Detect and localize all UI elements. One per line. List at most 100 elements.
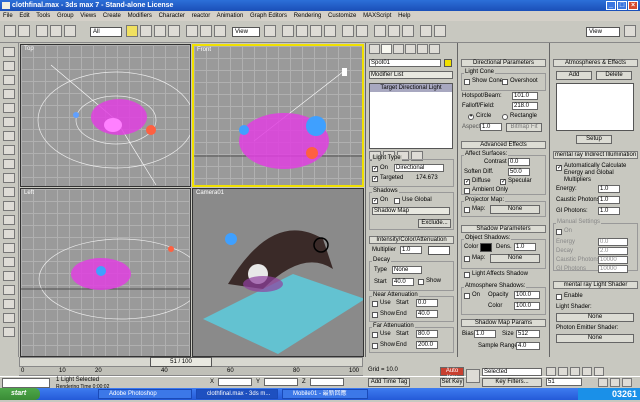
far-use-checkbox[interactable] <box>372 332 378 338</box>
falloff-spinner[interactable]: 218.0 <box>512 102 538 110</box>
add-time-tag-button[interactable]: Add Time Tag <box>368 378 410 387</box>
tool-icon-20[interactable] <box>3 313 15 323</box>
stack-item[interactable]: Target Directional Light <box>370 84 452 92</box>
viewport-left[interactable]: Left <box>20 188 191 357</box>
named-selection-dropdown[interactable]: View <box>586 27 620 37</box>
menu-create[interactable]: Create <box>103 13 121 19</box>
task-3dsmax[interactable]: clothfinal.max - 3ds m... <box>196 389 278 399</box>
tool-icon-1[interactable] <box>3 47 15 57</box>
photon-emitter-button[interactable]: None <box>556 334 634 343</box>
tool-icon-19[interactable] <box>3 299 15 309</box>
menu-file[interactable]: File <box>3 13 13 19</box>
percent-snap-icon[interactable] <box>310 25 322 37</box>
zoom-icon[interactable] <box>598 378 608 387</box>
shadow-map-button[interactable]: None <box>490 254 540 263</box>
shadow-type-dropdown[interactable]: Shadow Map <box>372 207 450 215</box>
task-photoshop[interactable]: Adobe Photoshop <box>98 389 192 399</box>
tool-icon-16[interactable] <box>3 257 15 267</box>
menu-character[interactable]: Character <box>159 13 185 19</box>
tool-icon-17[interactable] <box>3 271 15 281</box>
time-slider[interactable]: 51 / 100 <box>150 357 212 367</box>
z-coord-field[interactable] <box>310 378 344 386</box>
shadows-on-checkbox[interactable]: ✓ <box>372 198 378 204</box>
tool-icon-13[interactable] <box>3 215 15 225</box>
specular-checkbox[interactable]: ✓ <box>500 179 506 185</box>
tool-icon-5[interactable] <box>3 103 15 113</box>
scale-icon[interactable] <box>214 25 226 37</box>
bind-space-warp-icon[interactable] <box>64 25 76 37</box>
tool-icon-2[interactable] <box>3 61 15 71</box>
rect-selection-icon[interactable] <box>154 25 166 37</box>
maxscript-listener[interactable] <box>2 378 50 388</box>
tool-icon-12[interactable] <box>3 201 15 211</box>
sample-range-spinner[interactable]: 4.0 <box>516 342 540 350</box>
set-key-button[interactable]: Set Key <box>440 378 464 387</box>
menu-modifiers[interactable]: Modifiers <box>128 13 152 19</box>
projector-map-checkbox[interactable] <box>464 207 470 213</box>
enable-shader-checkbox[interactable] <box>556 294 562 300</box>
overshoot-checkbox[interactable] <box>502 79 508 85</box>
rotate-icon[interactable] <box>200 25 212 37</box>
tool-icon-8[interactable] <box>3 145 15 155</box>
menu-customize[interactable]: Customize <box>328 13 356 19</box>
bitmap-fit-button[interactable]: Bitmap Fit <box>506 123 542 132</box>
auto-calc-checkbox[interactable]: ✓ <box>556 165 562 171</box>
tool-icon-7[interactable] <box>3 131 15 141</box>
energy2-spinner[interactable]: 0.0 <box>598 238 628 246</box>
tool-icon-15[interactable] <box>3 243 15 253</box>
use-global-checkbox[interactable] <box>394 198 400 204</box>
intensity-rollout-header[interactable]: Intensity/Color/Attenuation <box>369 236 454 244</box>
select-by-name-icon[interactable] <box>140 25 152 37</box>
auto-key-button[interactable]: Auto Key <box>440 367 464 381</box>
modifier-stack[interactable]: Target Directional Light <box>369 83 453 149</box>
orbit-icon[interactable] <box>622 378 632 387</box>
snap-icon[interactable] <box>282 25 294 37</box>
utilities-tab-icon[interactable] <box>429 44 440 54</box>
object-name-field[interactable]: Spot01 <box>369 59 441 67</box>
viewport-front[interactable]: Front <box>192 44 364 187</box>
select-object-icon[interactable] <box>126 25 138 37</box>
menu-help[interactable]: Help <box>398 13 410 19</box>
hierarchy-tab-icon[interactable] <box>393 44 404 54</box>
tool-icon-11[interactable] <box>3 187 15 197</box>
soften-diff-spinner[interactable]: 50.0 <box>508 168 530 176</box>
shadow-map-checkbox[interactable] <box>464 256 470 262</box>
light-color-swatch[interactable] <box>428 246 450 255</box>
current-frame-field[interactable]: 51 <box>546 378 582 386</box>
dens-spinner[interactable]: 1.0 <box>514 243 536 251</box>
manual-on-checkbox[interactable] <box>556 229 562 235</box>
far-end-spinner[interactable]: 200.0 <box>416 341 438 349</box>
near-show-checkbox[interactable] <box>372 312 378 318</box>
curve-editor-icon[interactable] <box>374 25 386 37</box>
advanced-effects-header[interactable]: Advanced Effects <box>461 141 546 149</box>
create-tab-icon[interactable] <box>369 44 380 54</box>
menu-graph-editors[interactable]: Graph Editors <box>250 13 287 19</box>
move-icon[interactable] <box>186 25 198 37</box>
shadow-color-swatch[interactable] <box>480 243 492 252</box>
tool-icon-6[interactable] <box>3 117 15 127</box>
caustic-spinner[interactable]: 1.0 <box>598 196 620 204</box>
atmos-list[interactable] <box>556 83 634 131</box>
prev-frame-icon[interactable] <box>558 367 568 376</box>
decay-start-spinner[interactable]: 40.0 <box>392 278 414 286</box>
exclude-button[interactable]: Exclude... <box>418 219 451 228</box>
setup-button[interactable]: Setup <box>576 135 612 144</box>
tool-icon-18[interactable] <box>3 285 15 295</box>
near-use-checkbox[interactable] <box>372 301 378 307</box>
menu-views[interactable]: Views <box>80 13 96 19</box>
task-mobile01[interactable]: Mobile01 - 最新回應 <box>282 389 368 399</box>
menu-tools[interactable]: Tools <box>36 13 50 19</box>
key-filters-button[interactable]: Key Filters... <box>482 378 542 387</box>
minimize-button[interactable]: _ <box>606 1 616 10</box>
goto-end-icon[interactable] <box>594 367 604 376</box>
atmospheres-header[interactable]: Atmospheres & Effects <box>553 59 638 67</box>
directional-rollout-header[interactable]: Directional Parameters <box>461 59 546 67</box>
near-end-spinner[interactable]: 40.0 <box>416 310 438 318</box>
tool-icon-14[interactable] <box>3 229 15 239</box>
close-button[interactable]: × <box>628 1 638 10</box>
decay-type-dropdown[interactable]: None <box>392 266 422 274</box>
tool-icon-3[interactable] <box>3 75 15 85</box>
material-editor-icon[interactable] <box>402 25 414 37</box>
ref-coord-dropdown[interactable]: View <box>232 27 260 37</box>
bias-spinner[interactable]: 1.0 <box>474 330 496 338</box>
